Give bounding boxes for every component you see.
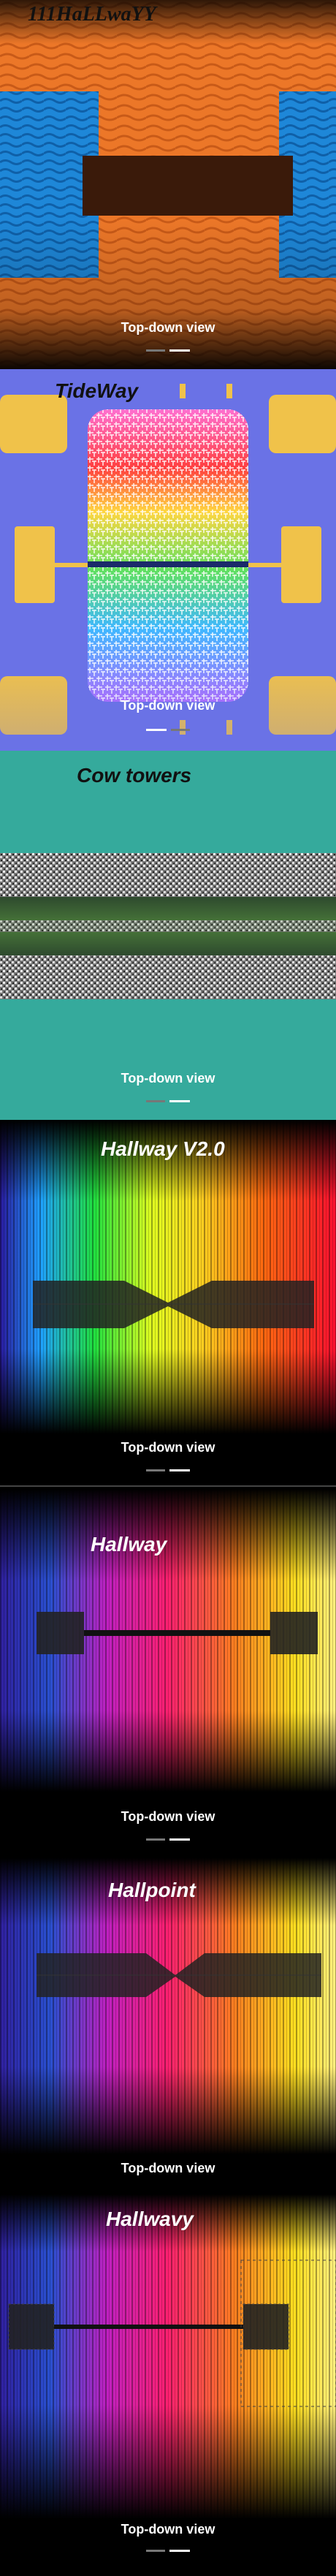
carousel-indicator[interactable] bbox=[146, 1469, 190, 1471]
map-card-hallway[interactable]: Hallway Top-down view bbox=[0, 1489, 336, 1858]
map-title: Hallway V2.0 bbox=[101, 1137, 225, 1160]
carousel-dot-2[interactable] bbox=[171, 729, 190, 731]
carousel-dot-1[interactable] bbox=[146, 1838, 165, 1841]
caption-top-down-view: Top-down view bbox=[121, 2522, 215, 2537]
carousel-dot-1[interactable] bbox=[146, 729, 167, 731]
map-title: 111HaLLwaYY bbox=[28, 3, 156, 26]
carousel-indicator[interactable] bbox=[146, 1838, 190, 1841]
carousel-indicator[interactable] bbox=[146, 2550, 190, 2552]
caption-top-down-view: Top-down view bbox=[121, 1809, 215, 1824]
divider bbox=[0, 1485, 336, 1487]
map-title: Hallpoint bbox=[108, 1879, 196, 1901]
carousel-dot-2[interactable] bbox=[169, 349, 190, 352]
map-card-hallway-v2[interactable]: Hallway V2.0 Top-down view bbox=[0, 1120, 336, 1489]
map-preview-image bbox=[0, 0, 336, 369]
map-title: Hallway bbox=[91, 1533, 167, 1556]
map-preview-image bbox=[0, 369, 336, 751]
map-preview-image bbox=[0, 751, 336, 1120]
caption-top-down-view: Top-down view bbox=[121, 1440, 215, 1455]
carousel-indicator[interactable] bbox=[146, 349, 190, 352]
map-preview-image bbox=[0, 1858, 336, 2194]
map-card-cow-towers[interactable]: Cow towers Top-down view bbox=[0, 751, 336, 1120]
map-preview-image bbox=[0, 1489, 336, 1858]
carousel-dot-1[interactable] bbox=[146, 349, 165, 352]
caption-top-down-view: Top-down view bbox=[121, 1071, 215, 1086]
map-card-111hallwayy[interactable]: 111HaLLwaYY Top-down view bbox=[0, 0, 336, 369]
map-card-hallwavy[interactable]: Hallwavy Top-down view bbox=[0, 2194, 336, 2576]
carousel-dot-1[interactable] bbox=[146, 1469, 165, 1471]
caption-top-down-view: Top-down view bbox=[121, 2161, 215, 2175]
carousel-dot-2[interactable] bbox=[169, 1100, 190, 1102]
map-preview-image bbox=[0, 2194, 336, 2576]
caption-top-down-view: Top-down view bbox=[121, 698, 215, 713]
map-title: Cow towers bbox=[77, 764, 192, 787]
caption-top-down-view: Top-down view bbox=[121, 320, 215, 335]
carousel-dot-1[interactable] bbox=[146, 1100, 165, 1102]
map-preview-image bbox=[0, 1120, 336, 1489]
carousel-dot-2[interactable] bbox=[169, 2550, 190, 2552]
carousel-indicator[interactable] bbox=[146, 1100, 190, 1102]
map-title: Hallwavy bbox=[106, 2208, 194, 2230]
carousel-dot-1[interactable] bbox=[146, 2550, 165, 2552]
carousel-dot-2[interactable] bbox=[169, 1469, 190, 1471]
map-card-tideway[interactable]: TideWay Top-down view bbox=[0, 369, 336, 751]
carousel-dot-2[interactable] bbox=[169, 1838, 190, 1841]
map-card-hallpoint[interactable]: Hallpoint Top-down view bbox=[0, 1858, 336, 2194]
map-title: TideWay bbox=[55, 379, 139, 402]
carousel-indicator[interactable] bbox=[146, 729, 190, 731]
